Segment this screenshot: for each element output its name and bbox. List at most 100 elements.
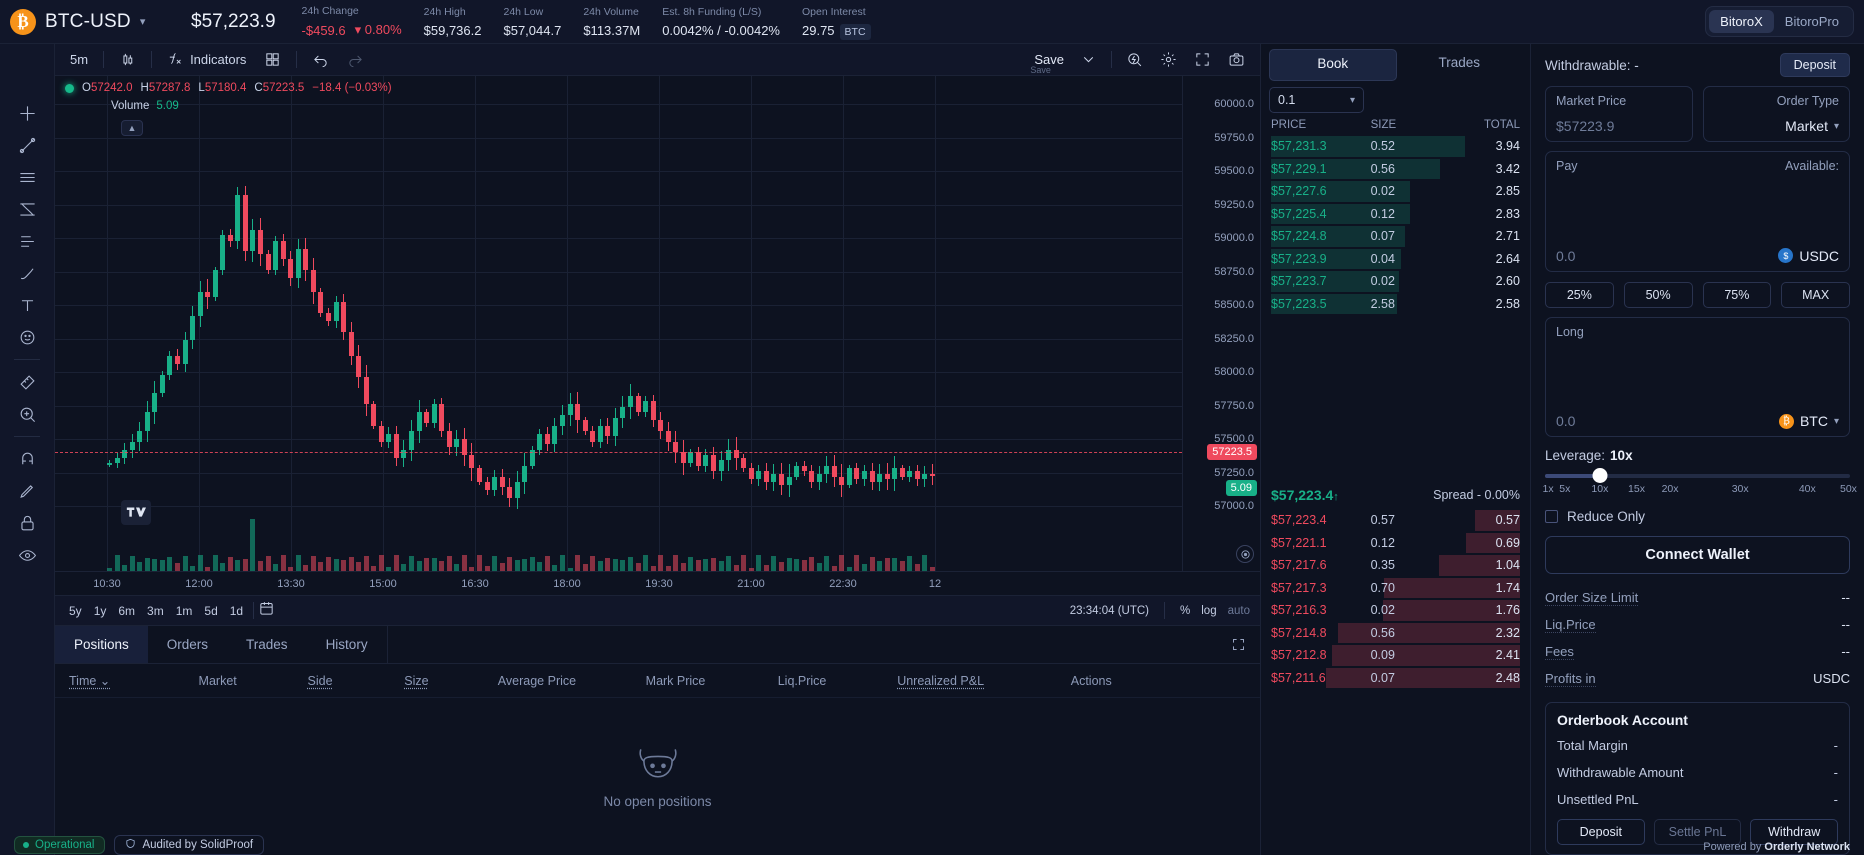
collapse-pane-icon[interactable]: ▲	[121, 120, 143, 136]
redo-icon[interactable]	[340, 47, 371, 72]
trend-line-icon[interactable]	[10, 130, 44, 160]
orderbook-bids[interactable]: $57,223.40.570.57$57,221.10.120.69$57,21…	[1261, 509, 1530, 855]
column-header[interactable]: Liq.Price	[742, 674, 863, 688]
leverage-tick[interactable]: 30x	[1732, 483, 1749, 495]
orderbook-row[interactable]: $57,227.60.022.85	[1261, 180, 1530, 203]
text-tool-icon[interactable]	[10, 290, 44, 320]
pct-max-button[interactable]: MAX	[1781, 282, 1850, 308]
leverage-tick[interactable]: 5x	[1559, 483, 1570, 495]
deposit-button-top[interactable]: Deposit	[1780, 53, 1850, 77]
range-1d[interactable]: 1d	[224, 602, 249, 620]
orderbook-grouping-select[interactable]: 0.1 ▾	[1269, 87, 1364, 113]
scale-percent-toggle[interactable]: %	[1180, 605, 1190, 617]
column-header[interactable]: Size	[368, 674, 464, 688]
orderbook-row[interactable]: $57,223.52.582.58	[1261, 293, 1530, 316]
pay-field[interactable]: Pay Available: 0.0 $ USDC	[1545, 151, 1850, 272]
leverage-tick[interactable]: 40x	[1799, 483, 1816, 495]
orderbook-row[interactable]: $57,217.60.351.04	[1261, 554, 1530, 577]
pct-75-button[interactable]: 75%	[1703, 282, 1772, 308]
tab-history[interactable]: History	[307, 626, 387, 663]
orderbook-row[interactable]: $57,223.90.042.64	[1261, 248, 1530, 271]
orderbook-row[interactable]: $57,229.10.563.42	[1261, 158, 1530, 181]
time-axis[interactable]: 10:3012:0013:3015:0016:3018:0019:3021:00…	[55, 571, 1260, 595]
column-header[interactable]: Average Price	[465, 674, 610, 688]
leverage-slider-knob[interactable]	[1592, 468, 1607, 483]
tab-trades[interactable]: Trades	[227, 626, 307, 663]
size-field[interactable]: Long 0.0 ₿ BTC ▾	[1545, 317, 1850, 438]
pct-25-button[interactable]: 25%	[1545, 282, 1614, 308]
orderbook-row[interactable]: $57,216.30.021.76	[1261, 599, 1530, 622]
chart-plot[interactable]: O57242.0 H57287.8 L57180.4 C57223.5 −18.…	[55, 76, 1182, 571]
camera-icon[interactable]	[1221, 47, 1252, 72]
scale-auto-toggle[interactable]: auto	[1228, 605, 1250, 617]
eye-icon[interactable]	[10, 540, 44, 570]
orderbook-row[interactable]: $57,231.30.523.94	[1261, 135, 1530, 158]
pitchfork-icon[interactable]	[10, 226, 44, 256]
brush-icon[interactable]	[10, 258, 44, 288]
column-header[interactable]: Mark Price	[609, 674, 742, 688]
leverage-slider[interactable]	[1545, 474, 1850, 478]
brand-tab-bitoropro[interactable]: BitoroPro	[1774, 10, 1850, 33]
indicators-button[interactable]: Indicators	[160, 46, 253, 74]
orderbook-row[interactable]: $57,211.60.072.48	[1261, 667, 1530, 690]
pay-input[interactable]: 0.0	[1556, 248, 1575, 264]
price-axis[interactable]: 60000.059750.059500.059250.059000.058750…	[1182, 76, 1260, 571]
scale-log-toggle[interactable]: log	[1201, 605, 1216, 617]
interval-selector[interactable]: 5m	[63, 48, 95, 71]
draw-mode-icon[interactable]	[10, 476, 44, 506]
column-header[interactable]: Actions	[1019, 674, 1164, 688]
range-6m[interactable]: 6m	[112, 602, 141, 620]
range-5d[interactable]: 5d	[198, 602, 223, 620]
column-header[interactable]: Time ⌄	[55, 673, 163, 688]
undo-icon[interactable]	[305, 47, 336, 72]
size-input[interactable]: 0.0	[1556, 413, 1575, 429]
market-price-field[interactable]: Market Price $57223.9	[1545, 86, 1693, 142]
calendar-icon[interactable]	[258, 600, 275, 622]
pct-50-button[interactable]: 50%	[1624, 282, 1693, 308]
price-axis-target-icon[interactable]	[1236, 545, 1254, 563]
tab-book[interactable]: Book	[1269, 49, 1397, 81]
replay-icon[interactable]	[1119, 47, 1150, 72]
orderbook-asks[interactable]: $57,231.30.523.94$57,229.10.563.42$57,22…	[1261, 135, 1530, 481]
measure-icon[interactable]	[10, 367, 44, 397]
leverage-tick[interactable]: 1x	[1543, 483, 1554, 495]
emoji-icon[interactable]	[10, 322, 44, 352]
expand-panel-icon[interactable]	[1231, 637, 1246, 657]
lock-icon[interactable]	[10, 508, 44, 538]
orderbook-row[interactable]: $57,217.30.701.74	[1261, 577, 1530, 600]
save-button[interactable]: Save Save	[1028, 49, 1070, 70]
horizontal-lines-icon[interactable]	[10, 162, 44, 192]
tab-trades-ob[interactable]: Trades	[1397, 49, 1523, 81]
connect-wallet-button[interactable]: Connect Wallet	[1545, 536, 1850, 574]
range-1y[interactable]: 1y	[88, 602, 113, 620]
tab-orders[interactable]: Orders	[148, 626, 227, 663]
range-3m[interactable]: 3m	[141, 602, 170, 620]
brand-tab-bitorox[interactable]: BitoroX	[1709, 10, 1774, 33]
tab-positions[interactable]: Positions	[55, 626, 148, 663]
chart-type-candles-icon[interactable]	[112, 47, 143, 72]
range-1m[interactable]: 1m	[170, 602, 199, 620]
reduce-only-checkbox[interactable]	[1545, 510, 1558, 523]
gear-icon[interactable]	[1153, 47, 1184, 72]
range-5y[interactable]: 5y	[63, 602, 88, 620]
fullscreen-icon[interactable]	[1187, 47, 1218, 72]
magnet-icon[interactable]	[10, 444, 44, 474]
account-deposit-button[interactable]: Deposit	[1557, 819, 1645, 845]
orderbook-row[interactable]: $57,214.80.562.32	[1261, 622, 1530, 645]
orderbook-row[interactable]: $57,221.10.120.69	[1261, 532, 1530, 555]
reduce-only-row[interactable]: Reduce Only	[1545, 509, 1850, 524]
fib-retracement-icon[interactable]	[10, 194, 44, 224]
orderbook-row[interactable]: $57,224.80.072.71	[1261, 225, 1530, 248]
orderbook-row[interactable]: $57,223.70.022.60	[1261, 270, 1530, 293]
chart-area[interactable]: O57242.0 H57287.8 L57180.4 C57223.5 −18.…	[55, 76, 1260, 571]
column-header[interactable]: Market	[163, 674, 271, 688]
zoom-in-icon[interactable]	[10, 399, 44, 429]
orderbook-row[interactable]: $57,223.40.570.57	[1261, 509, 1530, 532]
leverage-tick[interactable]: 15x	[1628, 483, 1645, 495]
size-currency[interactable]: ₿ BTC ▾	[1779, 413, 1839, 429]
crosshair-icon[interactable]	[10, 98, 44, 128]
layout-grid-icon[interactable]	[257, 47, 288, 72]
orderbook-row[interactable]: $57,212.80.092.41	[1261, 644, 1530, 667]
leverage-tick[interactable]: 10x	[1591, 483, 1608, 495]
symbol-selector[interactable]: ₿ BTC-USD ▾	[10, 9, 175, 35]
